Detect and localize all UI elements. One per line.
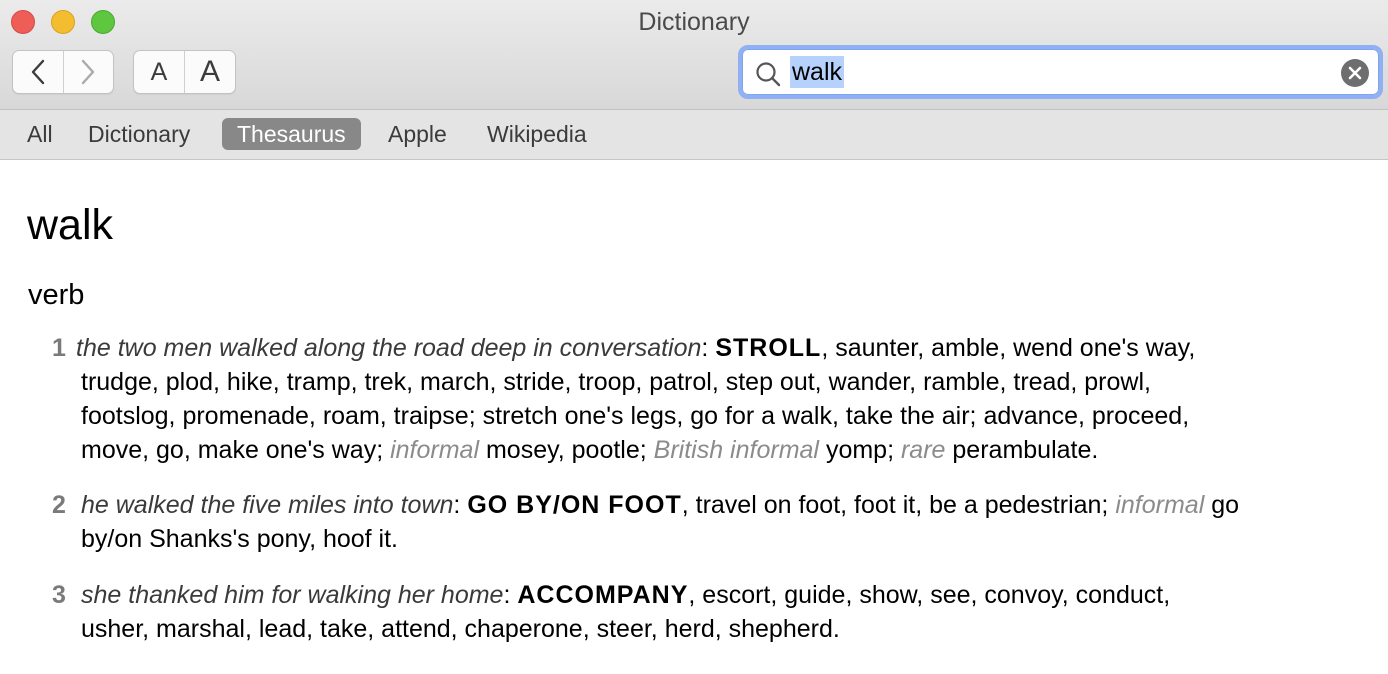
- forward-button[interactable]: [62, 51, 114, 93]
- headword: walk: [27, 201, 114, 249]
- tab-apple[interactable]: Apple: [388, 118, 447, 150]
- x-icon: [1348, 66, 1362, 80]
- source-tab-bar: All Dictionary Thesaurus Apple Wikipedia: [0, 110, 1388, 160]
- synonym-list-line: she thanked him for walking her home: AC…: [81, 581, 1171, 609]
- example-sentence: the two men walked along the road deep i…: [76, 334, 702, 362]
- navigation-buttons: [12, 50, 114, 94]
- example-sentence: he walked the five miles into town: [81, 491, 454, 519]
- chevron-right-icon: [82, 59, 95, 85]
- tab-dictionary[interactable]: Dictionary: [88, 118, 190, 150]
- register-label: informal: [1115, 491, 1205, 519]
- synonym-list: trudge, plod, hike, tramp, trek, march, …: [81, 368, 1151, 396]
- synonym-list: yomp;: [825, 436, 895, 464]
- clear-search-icon[interactable]: [1341, 59, 1369, 87]
- core-synonym-link[interactable]: GO BY/ON FOOT: [467, 491, 681, 519]
- synonym-list: , saunter, amble, wend one's way,: [821, 334, 1196, 362]
- core-synonym-link[interactable]: ACCOMPANY: [517, 581, 688, 609]
- search-field[interactable]: walk: [738, 45, 1383, 99]
- dictionary-window: Dictionary A A walk All Dictionary Thesa…: [0, 0, 1388, 674]
- search-input[interactable]: walk: [790, 56, 845, 88]
- decrease-font-label: A: [150, 57, 168, 86]
- back-button[interactable]: [13, 51, 63, 93]
- example-sentence: she thanked him for walking her home: [81, 581, 504, 609]
- part-of-speech: verb: [28, 279, 85, 311]
- sense-number: 2: [52, 491, 66, 519]
- window-title: Dictionary: [638, 8, 750, 36]
- core-synonym-link[interactable]: STROLL: [715, 334, 821, 362]
- search-icon: [756, 62, 781, 87]
- toolbar: Dictionary A A walk: [0, 0, 1388, 110]
- sense-body: he walked the five miles into town: GO B…: [52, 488, 1362, 556]
- synonym-list-line: he walked the five miles into town: GO B…: [81, 491, 1240, 519]
- tab-wikipedia[interactable]: Wikipedia: [487, 118, 587, 150]
- sense-2: 2 he walked the five miles into town: GO…: [52, 488, 1362, 556]
- register-label: British informal: [653, 436, 819, 464]
- decrease-font-button[interactable]: A: [134, 51, 184, 93]
- sense-number: 1: [52, 334, 66, 362]
- sense-body: the two men walked along the road deep i…: [52, 331, 1362, 467]
- entry-content: walk verb 1 the two men walked along the…: [0, 161, 1388, 674]
- synonym-list: usher, marshal, lead, take, attend, chap…: [81, 615, 840, 643]
- synonym-list: , travel on foot, foot it, be a pedestri…: [681, 491, 1109, 519]
- tab-thesaurus[interactable]: Thesaurus: [222, 118, 361, 150]
- synonym-list: mosey, pootle;: [485, 436, 647, 464]
- synonym-list-line: move, go, make one's way; informal mosey…: [76, 433, 1362, 467]
- synonym-list: by/on Shanks's pony, hoof it.: [81, 525, 399, 553]
- font-size-buttons: A A: [133, 50, 236, 94]
- synonym-list: perambulate.: [952, 436, 1099, 464]
- sense-1: 1 the two men walked along the road deep…: [52, 331, 1362, 467]
- synonym-list: go: [1211, 491, 1240, 519]
- synonym-list: move, go, make one's way;: [81, 436, 384, 464]
- increase-font-button[interactable]: A: [184, 51, 235, 93]
- chevron-left-icon: [31, 59, 44, 85]
- synonym-list: , escort, guide, show, see, convoy, cond…: [688, 581, 1171, 609]
- register-label: informal: [390, 436, 480, 464]
- sense-3: 3 she thanked him for walking her home: …: [52, 578, 1362, 646]
- sense-body: she thanked him for walking her home: AC…: [52, 578, 1362, 646]
- register-label: rare: [900, 436, 946, 464]
- synonym-list: footslog, promenade, roam, traipse; stre…: [81, 402, 1190, 430]
- sense-number: 3: [52, 581, 66, 609]
- increase-font-label: A: [199, 55, 220, 88]
- tab-all[interactable]: All: [27, 118, 53, 150]
